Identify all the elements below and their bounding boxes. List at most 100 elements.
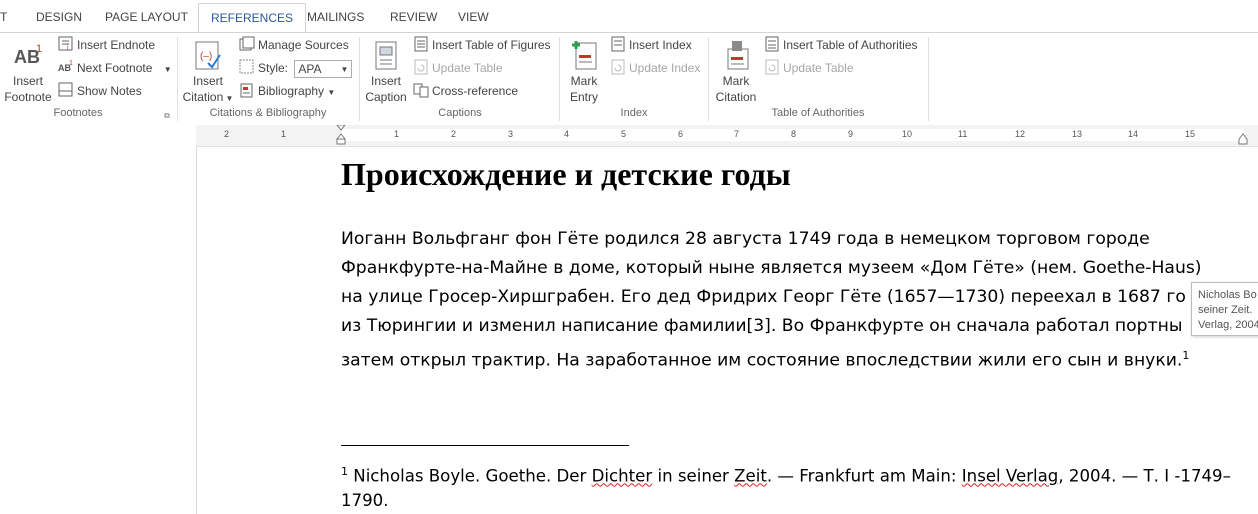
insert-footnote-label-2: Footnote xyxy=(4,90,52,104)
update-table-authorities-label: Update Table xyxy=(783,61,854,75)
insert-index-button[interactable]: Insert Index xyxy=(610,35,692,55)
mark-citation-label-1: Mark xyxy=(722,74,750,88)
captions-group-label: Captions xyxy=(438,107,482,119)
insert-endnote-button[interactable]: i Insert Endnote xyxy=(58,35,155,55)
misspelled-word: Insel Verlag xyxy=(961,466,1059,486)
svg-text:(–): (–) xyxy=(200,51,212,62)
insert-citation-label-1: Insert xyxy=(192,74,223,88)
insert-table-of-authorities-button[interactable]: Insert Table of Authorities xyxy=(764,35,918,55)
ruler-tick: 1 xyxy=(394,129,400,139)
footnote-part: Nicholas Boyle. Goethe. Der xyxy=(348,466,592,486)
ruler-tick: 5 xyxy=(621,129,627,139)
next-footnote-icon: AB 1 xyxy=(58,59,74,75)
insert-table-of-authorities-label: Insert Table of Authorities xyxy=(783,38,918,52)
insert-caption-icon xyxy=(370,39,402,71)
insert-endnote-icon: i xyxy=(58,36,74,52)
svg-text:i: i xyxy=(67,45,69,52)
footnotes-dialog-launcher-icon[interactable]: ⧉ xyxy=(164,111,170,121)
table-of-figures-icon xyxy=(413,36,429,52)
insert-caption-label-2: Caption xyxy=(365,90,407,104)
insert-table-of-figures-button[interactable]: Insert Table of Figures xyxy=(413,35,551,55)
bibliography-icon xyxy=(239,82,255,98)
ruler-tick: 9 xyxy=(848,129,854,139)
index-group-label: Index xyxy=(620,107,648,119)
insert-table-of-figures-label: Insert Table of Figures xyxy=(432,38,551,52)
cross-reference-label: Cross-reference xyxy=(432,84,519,98)
footnote-tooltip: Nicholas Bo seiner Zeit. Verlag, 2004 xyxy=(1191,282,1258,336)
bibliography-label: Bibliography xyxy=(258,84,325,98)
tooltip-line: seiner Zeit. xyxy=(1198,304,1253,316)
insert-footnote-button[interactable]: AB 1 Insert Footnote xyxy=(2,39,54,105)
ruler-tick: 1 xyxy=(281,129,287,139)
ruler-tick: 3 xyxy=(508,129,514,139)
ribbon: AB 1 Insert Footnote i Insert Endnote AB 1 N… xyxy=(0,32,1258,126)
tab-references[interactable]: REFERENCES xyxy=(198,3,307,35)
bibliography-button[interactable]: Bibliography ▼ xyxy=(239,81,335,101)
footnote-text: 1 Nicholas Boyle. Goethe. Der Dichter in… xyxy=(341,460,1231,513)
style-icon xyxy=(239,59,255,75)
group-separator xyxy=(928,37,929,121)
ruler-tick: 7 xyxy=(734,129,740,139)
ruler-tick: 13 xyxy=(1072,129,1083,139)
paragraph-line: из Тюрингии и изменил написание фамилии[… xyxy=(341,316,1183,336)
ruler-tick: 12 xyxy=(1015,129,1026,139)
tab-page-layout[interactable]: PAGE LAYOUT xyxy=(105,0,188,32)
style-selector: Style: APA ▼ xyxy=(239,58,353,78)
insert-citation-icon: (–) xyxy=(192,39,224,71)
ruler-tick: 2 xyxy=(224,129,230,139)
ruler-tick: 15 xyxy=(1185,129,1196,139)
style-dropdown-arrow-icon: ▼ xyxy=(340,64,349,74)
insert-caption-button[interactable]: Insert Caption xyxy=(362,39,410,105)
ruler-tick: 8 xyxy=(791,129,797,139)
insert-citation-button[interactable]: (–) Insert Citation ▼ xyxy=(180,39,236,107)
tab-design[interactable]: DESIGN xyxy=(36,0,82,32)
manage-sources-label: Manage Sources xyxy=(258,38,349,52)
misspelled-word: Dichter xyxy=(591,466,653,486)
update-table-authorities-icon xyxy=(764,59,780,75)
mark-entry-icon xyxy=(568,39,600,71)
manage-sources-button[interactable]: Manage Sources xyxy=(239,35,349,55)
insert-citation-dropdown-icon: ▼ xyxy=(223,94,234,103)
authorities-group-label: Table of Authorities xyxy=(771,107,865,119)
next-footnote-button[interactable]: AB 1 Next Footnote ▼ xyxy=(58,58,172,78)
footnote-part: , 2004. — Т. I -1749– xyxy=(1058,466,1231,486)
right-indent-marker-icon[interactable] xyxy=(1238,131,1248,145)
ruler-tick: 11 xyxy=(958,129,968,139)
cross-reference-button[interactable]: Cross-reference xyxy=(413,81,518,101)
tab-review[interactable]: REVIEW xyxy=(390,0,437,32)
cross-reference-icon xyxy=(413,82,429,98)
footnote-part: in seiner xyxy=(652,466,735,486)
style-dropdown-value: APA xyxy=(298,61,322,76)
next-footnote-dropdown-icon[interactable]: ▼ xyxy=(164,65,172,74)
mark-entry-label-1: Mark xyxy=(570,74,598,88)
update-table-figures-button[interactable]: Update Table xyxy=(413,58,503,78)
tooltip-line: Verlag, 2004 xyxy=(1198,319,1258,331)
ruler-tick: 4 xyxy=(564,129,570,139)
paragraph-line: затем открыл трактир. На заработанное им… xyxy=(341,350,1183,371)
horizontal-ruler[interactable]: 2 1 1 2 3 4 5 6 7 8 9 10 11 12 13 14 15 xyxy=(196,124,1258,147)
tab-view[interactable]: VIEW xyxy=(458,0,489,32)
tooltip-line: Nicholas Bo xyxy=(1198,289,1257,301)
tab-mailings[interactable]: MAILINGS xyxy=(307,0,364,32)
bibliography-dropdown-icon: ▼ xyxy=(327,88,336,97)
footnote-line-2: 1790. xyxy=(341,490,389,510)
paragraph-line: на улице Гросер-Хиршграбен. Его дед Фрид… xyxy=(341,287,1186,307)
tab-file[interactable]: T xyxy=(0,0,7,32)
mark-entry-button[interactable]: Mark Entry xyxy=(562,39,606,105)
mark-citation-button[interactable]: Mark Citation xyxy=(711,39,761,105)
footnote-reference[interactable]: 1 xyxy=(1182,349,1189,362)
mark-entry-label-2: Entry xyxy=(569,90,598,104)
show-notes-button[interactable]: Show Notes xyxy=(58,81,142,101)
style-dropdown[interactable]: APA ▼ xyxy=(294,59,353,78)
update-index-icon xyxy=(610,59,626,75)
footnote-number: 1 xyxy=(341,465,348,478)
ruler-tick: 6 xyxy=(678,129,684,139)
document-paragraph: Иоганн Вольфганг фон Гёте родился 28 авг… xyxy=(341,225,1241,376)
citations-group-label: Citations & Bibliography xyxy=(209,107,327,119)
mark-citation-label-2: Citation xyxy=(715,90,757,104)
ribbon-tabs: T DESIGN PAGE LAYOUT REFERENCES MAILINGS… xyxy=(0,0,1258,35)
left-margin-area xyxy=(0,125,197,514)
update-index-button[interactable]: Update Index xyxy=(610,58,700,78)
indent-marker-icon[interactable] xyxy=(335,124,347,145)
update-table-authorities-button[interactable]: Update Table xyxy=(764,58,854,78)
